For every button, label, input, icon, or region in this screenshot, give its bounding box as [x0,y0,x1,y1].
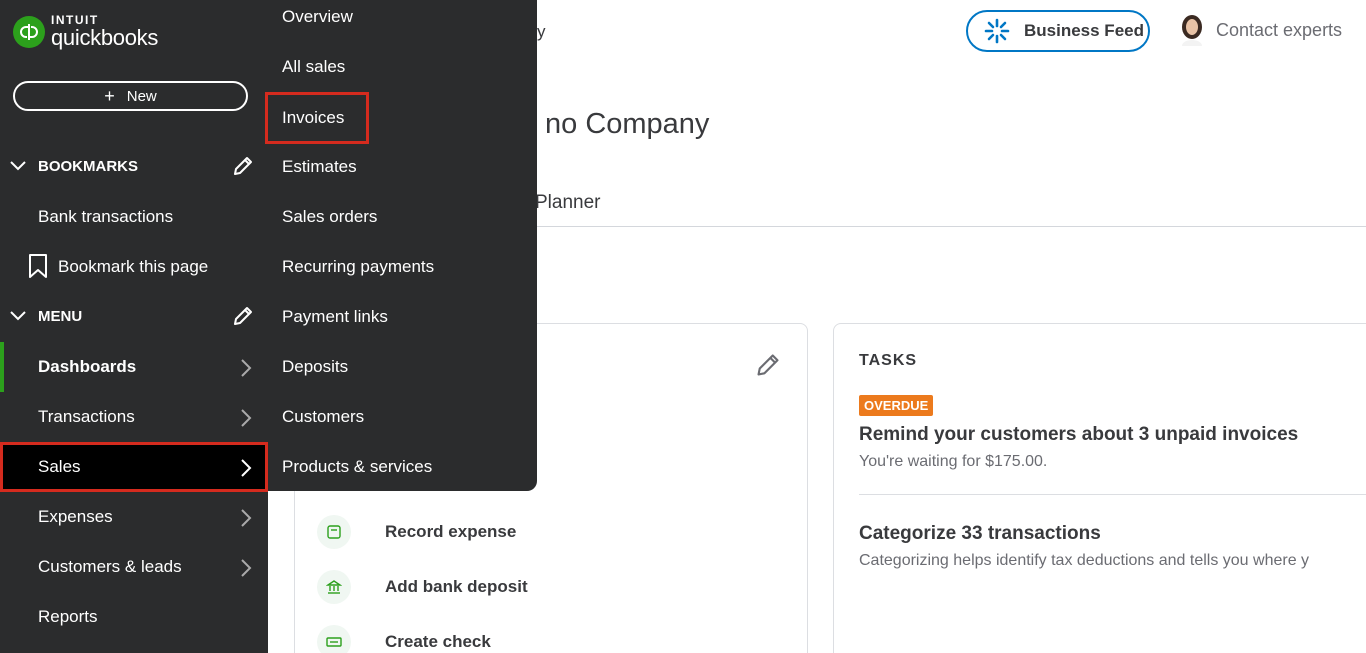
action-label: Record expense [385,522,517,541]
sidebar-item-transactions[interactable]: Transactions [0,392,268,442]
task-categorize-title[interactable]: Categorize 33 transactions [859,523,1101,545]
quickbooks-logo[interactable]: INTUIT quickbooks [13,14,158,49]
check-document-icon [317,625,351,653]
create-check-action[interactable]: Create check [317,622,491,653]
left-sidebar: INTUIT quickbooks + New BOOKMARKS Bank t… [0,0,268,653]
tabs-divider [537,226,1366,227]
sidebar-item-label: Expenses [38,507,113,526]
flyout-item-label: Deposits [282,357,349,376]
tasks-title: TASKS [859,352,918,369]
bookmarks-section-header[interactable]: BOOKMARKS [0,141,268,191]
flyout-item-products-services[interactable]: Products & services [282,442,432,492]
flyout-item-label: All sales [282,57,346,76]
menu-section-header[interactable]: MENU [0,291,268,341]
sales-flyout-menu: Overview All sales Invoices Estimates Sa… [264,0,537,492]
tab-planner[interactable]: Planner [535,192,601,214]
tasks-card: TASKS OVERDUE Remind your customers abou… [833,323,1366,653]
add-bank-deposit-action[interactable]: Add bank deposit [317,567,528,607]
flyout-item-label: Products & services [282,457,433,476]
business-feed-button[interactable]: Business Feed [966,10,1150,52]
chevron-right-icon [240,459,252,482]
task-remind-customers-subtitle: You're waiting for $175.00. [859,453,1048,470]
flyout-item-label: Estimates [282,157,357,176]
chevron-right-icon [240,509,252,532]
chevron-right-icon [240,409,252,432]
flyout-item-label: Payment links [282,307,388,326]
flyout-item-label: Recurring payments [282,257,435,276]
plus-icon: + [104,86,115,106]
sparkle-icon [984,18,1010,44]
task-categorize-subtitle: Categorizing helps identify tax deductio… [859,552,1310,569]
flyout-item-sales-orders[interactable]: Sales orders [282,192,377,242]
menu-title: MENU [38,307,83,325]
new-button[interactable]: + New [13,81,248,111]
logo-product-text: quickbooks [51,25,159,50]
flyout-item-deposits[interactable]: Deposits [282,342,348,392]
flyout-item-label: Sales orders [282,207,378,226]
overdue-badge: OVERDUE [859,395,934,416]
sidebar-item-label: Customers & leads [38,557,182,576]
flyout-item-label: Customers [282,407,365,426]
business-feed-label: Business Feed [1024,21,1144,40]
new-button-label: New [126,87,157,105]
task-divider [859,494,1366,495]
flyout-item-all-sales[interactable]: All sales [282,42,345,92]
sidebar-item-label: Reports [38,607,98,626]
bookmark-icon [28,254,48,283]
sidebar-item-label: Bookmark this page [58,257,209,276]
action-label: Create check [385,632,491,651]
task-remind-customers-title[interactable]: Remind your customers about 3 unpaid inv… [859,424,1298,446]
bank-icon [317,570,351,604]
chevron-down-icon [9,307,27,329]
chevron-down-icon [9,157,27,179]
sidebar-item-label: Sales [38,457,81,476]
edit-pencil-icon[interactable] [755,352,781,383]
contact-experts-label: Contact experts [1216,19,1343,40]
sidebar-item-reports[interactable]: Reports [0,592,268,642]
quickbooks-logo-icon [13,15,45,48]
edit-menu-pencil-icon[interactable] [232,305,254,332]
flyout-item-payment-links[interactable]: Payment links [282,292,388,342]
record-expense-action[interactable]: Record expense [317,512,516,552]
flyout-item-recurring-payments[interactable]: Recurring payments [282,242,434,292]
flyout-item-invoices[interactable]: Invoices [264,92,370,144]
action-label: Add bank deposit [385,577,528,596]
sidebar-item-label: Transactions [38,407,135,426]
receipt-icon [317,515,351,549]
sidebar-item-bank-transactions[interactable]: Bank transactions [0,192,268,242]
flyout-item-overview[interactable]: Overview [282,0,353,42]
contact-experts-button[interactable]: Contact experts [1178,14,1342,46]
header-title-fragment: y [537,22,546,41]
flyout-item-customers[interactable]: Customers [282,392,364,442]
edit-bookmarks-pencil-icon[interactable] [232,155,254,182]
flyout-item-label: Overview [282,7,353,26]
expert-avatar [1178,14,1206,46]
flyout-item-label: Invoices [282,108,345,127]
sidebar-item-expenses[interactable]: Expenses [0,492,268,542]
sidebar-item-customers-leads[interactable]: Customers & leads [0,542,268,592]
sidebar-item-dashboards[interactable]: Dashboards [0,342,268,392]
sidebar-item-label: Dashboards [38,357,137,376]
sidebar-item-sales[interactable]: Sales [0,442,268,492]
bookmarks-title: BOOKMARKS [38,157,138,175]
company-title: no Company [545,108,710,140]
flyout-item-estimates[interactable]: Estimates [282,142,357,192]
chevron-right-icon [240,359,252,382]
sidebar-item-label: Bank transactions [38,207,174,226]
sidebar-item-bookmark-this-page[interactable]: Bookmark this page [0,242,268,292]
chevron-right-icon [240,559,252,582]
